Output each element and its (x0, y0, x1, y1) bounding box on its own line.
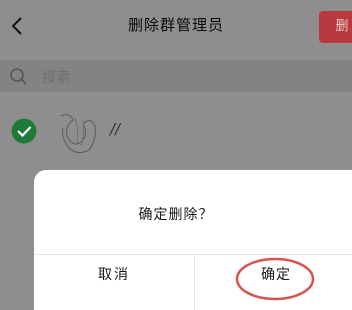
cancel-button[interactable]: 取消 (34, 255, 194, 295)
delete-action-button[interactable]: 删 (319, 11, 352, 43)
avatar (60, 114, 96, 154)
confirm-dialog: 确定删除？ 取消 确定 (34, 170, 352, 310)
confirm-button[interactable]: 确定 (195, 255, 352, 295)
checkmark-icon[interactable] (11, 118, 37, 144)
top-nav-bar: 删除群管理员 删 (0, 0, 352, 54)
search-bar[interactable]: 搜索 (0, 60, 352, 92)
list-item[interactable]: // (0, 102, 352, 158)
search-icon (10, 68, 27, 85)
search-input[interactable]: 搜索 (42, 67, 70, 87)
dialog-message: 确定删除？ (138, 207, 214, 223)
page-title: 删除群管理员 (127, 16, 224, 34)
member-name: // (110, 120, 121, 138)
